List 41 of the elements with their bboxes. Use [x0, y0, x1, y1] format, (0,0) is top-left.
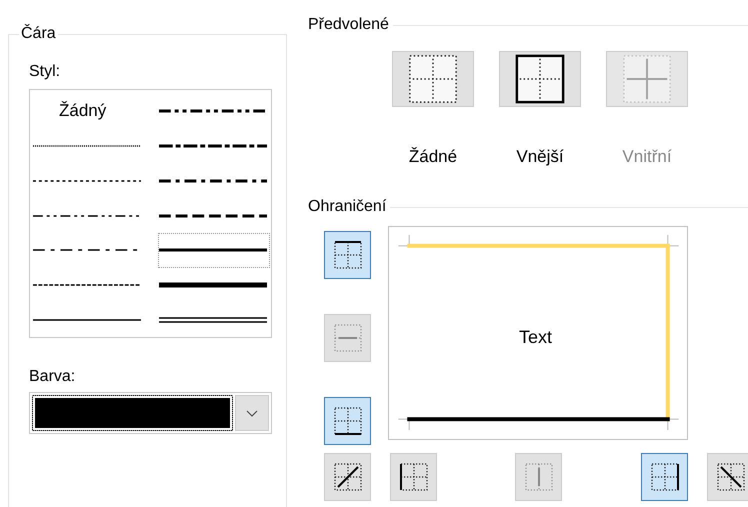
border-button[interactable] — [324, 453, 371, 501]
border-button[interactable] — [324, 397, 371, 445]
line-sample-icon — [159, 280, 267, 289]
preset-button[interactable] — [499, 51, 581, 107]
border-preview[interactable]: Text — [388, 226, 688, 440]
preset-label: Vnitřní — [622, 147, 672, 167]
style-label: Styl: — [29, 63, 62, 81]
diagonal-down-border-icon — [716, 462, 746, 492]
line-style-option[interactable]: Žádný — [32, 94, 144, 129]
border-button[interactable] — [707, 453, 748, 501]
style-list[interactable]: Žádný — [29, 89, 272, 338]
line-sample-icon — [159, 246, 267, 254]
caret-icon — [246, 410, 258, 416]
border-button[interactable] — [390, 453, 437, 501]
preset-label: Žádné — [408, 147, 458, 167]
preview-text: Text — [519, 327, 552, 348]
diagonal-up-border-icon — [332, 462, 362, 492]
inside-horizontal-border-icon — [332, 323, 362, 353]
line-style-option[interactable] — [158, 232, 270, 268]
line-sample-icon — [159, 107, 267, 116]
right-border-icon — [650, 462, 680, 492]
top-border-icon — [332, 240, 362, 270]
double-line-icon — [159, 316, 267, 324]
preset-icon — [621, 53, 673, 105]
group-title: Čára — [20, 25, 57, 43]
preset-label: Vnější — [516, 147, 564, 167]
section-title: Předvolené — [308, 16, 389, 34]
preset-button[interactable] — [392, 51, 474, 107]
color-label: Barva: — [29, 368, 76, 386]
line-sample-icon — [159, 212, 267, 220]
line-sample-icon — [159, 142, 267, 150]
bottom-border-icon — [332, 406, 362, 436]
line-sample-icon — [159, 176, 267, 185]
inside-vertical-border-icon — [524, 462, 554, 492]
border-button[interactable] — [324, 231, 371, 279]
color-dropdown[interactable] — [29, 392, 272, 434]
preset-icon — [514, 53, 566, 105]
section-title: Ohraničení — [308, 198, 386, 216]
left-border-icon — [398, 462, 428, 492]
border-button[interactable] — [641, 453, 688, 501]
preset-icon — [407, 53, 459, 105]
